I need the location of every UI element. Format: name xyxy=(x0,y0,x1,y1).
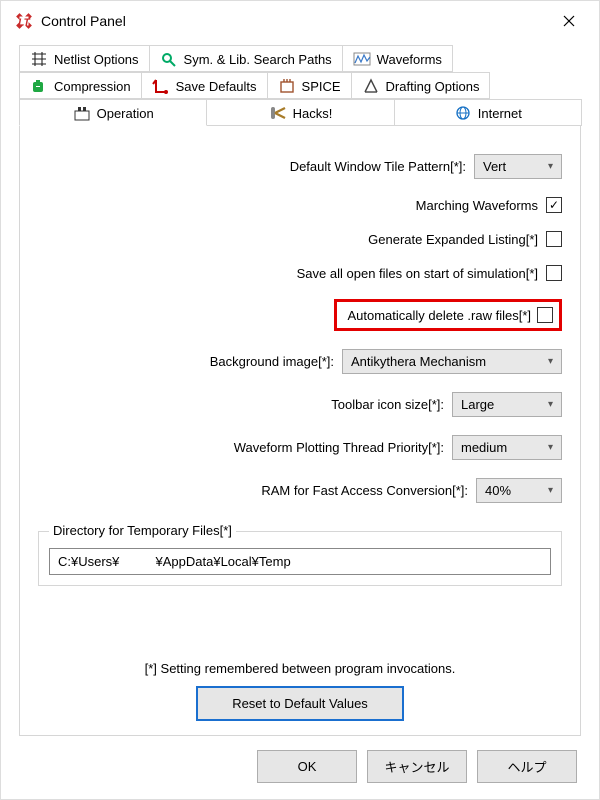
tab-drafting-options[interactable]: Drafting Options xyxy=(351,72,491,99)
tabpage-operation: Default Window Tile Pattern[*]: Vert ▾ M… xyxy=(19,125,581,736)
tab-internet[interactable]: Internet xyxy=(394,99,582,126)
tab-waveforms[interactable]: Waveforms xyxy=(342,45,453,72)
titlebar: LT Control Panel xyxy=(1,1,599,41)
label-marching: Marching Waveforms xyxy=(416,198,538,213)
row-thread-priority: Waveform Plotting Thread Priority[*]: me… xyxy=(38,435,562,460)
control-panel-window: LT Control Panel Netlist Options Sym. & … xyxy=(0,0,600,800)
select-value: 40% xyxy=(485,483,511,498)
ok-button[interactable]: OK xyxy=(257,750,357,783)
row-expanded-list: Generate Expanded Listing[*] xyxy=(38,231,562,247)
tab-operation[interactable]: Operation xyxy=(19,99,207,126)
label-background-image: Background image[*]: xyxy=(210,354,334,369)
highlight-box: Automatically delete .raw files[*] xyxy=(334,299,562,331)
chevron-down-icon: ▾ xyxy=(548,442,553,453)
close-icon xyxy=(563,15,575,27)
row-auto-delete-raw: Automatically delete .raw files[*] xyxy=(38,299,562,331)
tab-label: Sym. & Lib. Search Paths xyxy=(184,52,332,67)
checkbox-marching[interactable]: ✓ xyxy=(546,197,562,213)
tab-row-1: Netlist Options Sym. & Lib. Search Paths… xyxy=(19,45,581,72)
select-value: Vert xyxy=(483,159,506,174)
form-area: Default Window Tile Pattern[*]: Vert ▾ M… xyxy=(38,154,562,586)
row-background-image: Background image[*]: Antikythera Mechani… xyxy=(38,349,562,374)
tab-netlist-options[interactable]: Netlist Options xyxy=(19,45,150,72)
row-ram-conversion: RAM for Fast Access Conversion[*]: 40% ▾ xyxy=(38,478,562,503)
tab-label: Internet xyxy=(478,106,522,121)
chevron-down-icon: ▾ xyxy=(548,485,553,496)
tab-spice[interactable]: SPICE xyxy=(267,72,352,99)
tab-compression[interactable]: Compression xyxy=(19,72,142,99)
chevron-down-icon: ▾ xyxy=(548,356,553,367)
svg-text:LT: LT xyxy=(18,18,30,29)
select-tile-pattern[interactable]: Vert ▾ xyxy=(474,154,562,179)
label-auto-delete-raw: Automatically delete .raw files[*] xyxy=(347,308,531,323)
chevron-down-icon: ▾ xyxy=(548,161,553,172)
select-value: medium xyxy=(461,440,507,455)
tab-label: Waveforms xyxy=(377,52,442,67)
help-button[interactable]: ヘルプ xyxy=(477,750,577,783)
tab-row-2: Compression Save Defaults SPICE Drafting… xyxy=(19,72,581,99)
row-marching: Marching Waveforms ✓ xyxy=(38,197,562,213)
select-toolbar-icon[interactable]: Large ▾ xyxy=(452,392,562,417)
label-save-on-start: Save all open files on start of simulati… xyxy=(297,266,538,281)
tab-container: Netlist Options Sym. & Lib. Search Paths… xyxy=(19,45,581,125)
app-icon: LT xyxy=(15,12,33,30)
reset-button[interactable]: Reset to Default Values xyxy=(196,686,404,721)
tab-row-3: Operation Hacks! Internet xyxy=(19,99,581,126)
legend-temp-dir: Directory for Temporary Files[*] xyxy=(49,523,236,538)
tab-hacks[interactable]: Hacks! xyxy=(206,99,394,126)
checkbox-auto-delete-raw[interactable] xyxy=(537,307,553,323)
input-temp-dir[interactable] xyxy=(49,548,551,575)
close-button[interactable] xyxy=(549,1,589,41)
tab-label: Drafting Options xyxy=(386,79,480,94)
row-toolbar-icon: Toolbar icon size[*]: Large ▾ xyxy=(38,392,562,417)
label-ram-conversion: RAM for Fast Access Conversion[*]: xyxy=(261,483,468,498)
select-ram-conversion[interactable]: 40% ▾ xyxy=(476,478,562,503)
select-thread-priority[interactable]: medium ▾ xyxy=(452,435,562,460)
dialog-button-row: OK キャンセル ヘルプ xyxy=(19,750,581,783)
row-tile-pattern: Default Window Tile Pattern[*]: Vert ▾ xyxy=(38,154,562,179)
checkbox-expanded-list[interactable] xyxy=(546,231,562,247)
tab-label: Netlist Options xyxy=(54,52,139,67)
label-tile-pattern: Default Window Tile Pattern[*]: xyxy=(290,159,466,174)
select-value: Large xyxy=(461,397,494,412)
client-area: Netlist Options Sym. & Lib. Search Paths… xyxy=(1,41,599,799)
tab-search-paths[interactable]: Sym. & Lib. Search Paths xyxy=(149,45,343,72)
cancel-button[interactable]: キャンセル xyxy=(367,750,467,783)
window-title: Control Panel xyxy=(41,13,549,29)
tab-save-defaults[interactable]: Save Defaults xyxy=(141,72,268,99)
checkbox-save-on-start[interactable] xyxy=(546,265,562,281)
tab-label: Operation xyxy=(97,106,154,121)
select-value: Antikythera Mechanism xyxy=(351,354,486,369)
label-thread-priority: Waveform Plotting Thread Priority[*]: xyxy=(234,440,444,455)
row-save-on-start: Save all open files on start of simulati… xyxy=(38,265,562,281)
select-background-image[interactable]: Antikythera Mechanism ▾ xyxy=(342,349,562,374)
tab-label: SPICE xyxy=(302,79,341,94)
tab-label: Hacks! xyxy=(293,106,333,121)
tab-label: Save Defaults xyxy=(176,79,257,94)
tab-label: Compression xyxy=(54,79,131,94)
group-temp-dir: Directory for Temporary Files[*] xyxy=(38,531,562,586)
note-remembered: [*] Setting remembered between program i… xyxy=(38,661,562,676)
chevron-down-icon: ▾ xyxy=(548,399,553,410)
label-toolbar-icon: Toolbar icon size[*]: xyxy=(331,397,444,412)
label-expanded-list: Generate Expanded Listing[*] xyxy=(368,232,538,247)
